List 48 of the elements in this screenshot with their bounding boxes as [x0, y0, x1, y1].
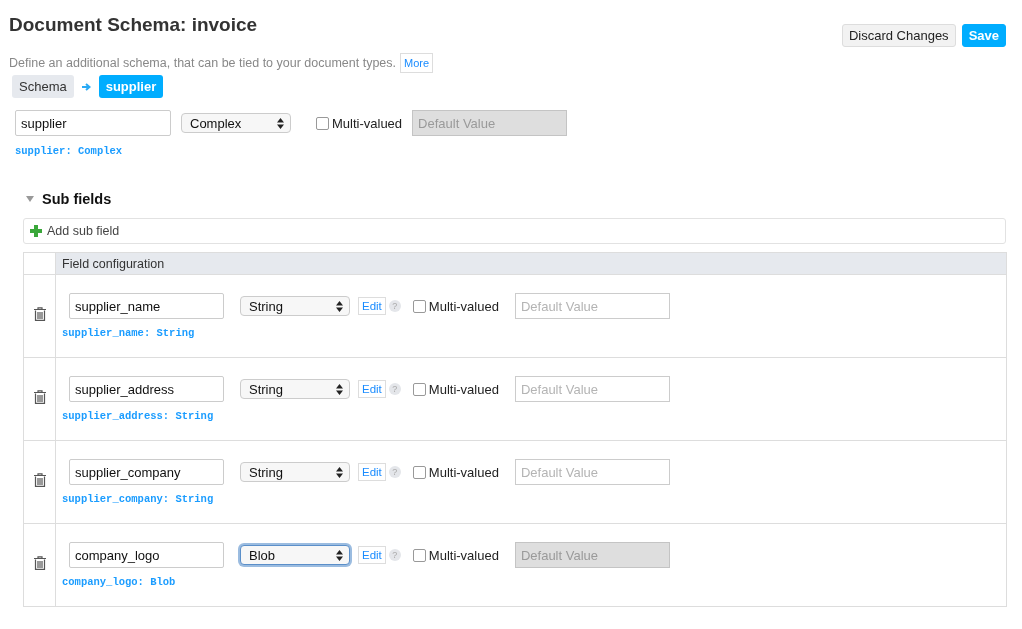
multi-valued-label: Multi-valued — [332, 115, 403, 131]
description-text: Define an additional schema, that can be tied to your document types. — [9, 56, 397, 70]
type-select[interactable]: String — [240, 296, 350, 316]
multi-valued-label: Multi-valued — [428, 464, 499, 480]
multi-valued-label: Multi-valued — [428, 381, 499, 397]
trash-icon[interactable] — [33, 473, 46, 487]
checkbox[interactable] — [412, 465, 426, 479]
more-link[interactable]: More — [400, 53, 434, 73]
type-select[interactable]: String — [240, 379, 350, 399]
up-down-arrows-icon — [336, 466, 343, 478]
field-signature: supplier_company: String — [62, 493, 215, 505]
field-signature: supplier_address: String — [62, 410, 215, 422]
breadcrumb-item[interactable]: Schema — [12, 75, 74, 98]
plus-icon — [30, 225, 42, 237]
discard-button[interactable]: Discard Changes — [841, 24, 956, 47]
type-select[interactable]: Blob — [240, 545, 350, 565]
trash-icon[interactable] — [33, 390, 46, 404]
default-value-input[interactable]: Default Value — [514, 459, 670, 485]
up-down-arrows-icon — [277, 117, 284, 129]
checkbox[interactable] — [412, 299, 426, 313]
field-name-input[interactable]: supplier_company — [69, 459, 224, 485]
field-name-input[interactable]: supplier_name — [69, 293, 224, 319]
default-value-input[interactable]: Default Value — [514, 293, 670, 319]
triangle-icon[interactable] — [26, 196, 34, 202]
multi-valued-label: Multi-valued — [428, 298, 499, 314]
field-signature: supplier_name: String — [62, 327, 196, 339]
page-title: Document Schema: invoice — [9, 14, 258, 36]
field-name-input[interactable]: supplier — [15, 110, 171, 136]
add-sub-field-button[interactable]: Add sub field — [23, 218, 1006, 244]
field-signature: supplier: Complex — [15, 145, 124, 157]
checkbox[interactable] — [316, 116, 329, 130]
checkbox[interactable] — [412, 382, 426, 396]
multi-valued-label: Multi-valued — [428, 547, 499, 563]
checkbox[interactable] — [412, 548, 426, 562]
field-name-input[interactable]: company_logo — [69, 542, 224, 568]
arrow-right-icon — [81, 82, 91, 91]
column-header: Field configuration — [55, 252, 1007, 275]
type-select[interactable]: Complex — [181, 113, 291, 133]
trash-icon[interactable] — [33, 556, 46, 570]
field-name-input[interactable]: supplier_address — [69, 376, 224, 402]
section-heading: Sub fields — [42, 191, 112, 207]
trash-icon[interactable] — [33, 307, 46, 321]
up-down-arrows-icon — [336, 549, 343, 561]
default-value-input[interactable]: Default Value — [514, 376, 670, 402]
type-select[interactable]: String — [240, 462, 350, 482]
field-signature: company_logo: Blob — [62, 576, 177, 588]
up-down-arrows-icon — [336, 383, 343, 395]
up-down-arrows-icon — [336, 300, 343, 312]
